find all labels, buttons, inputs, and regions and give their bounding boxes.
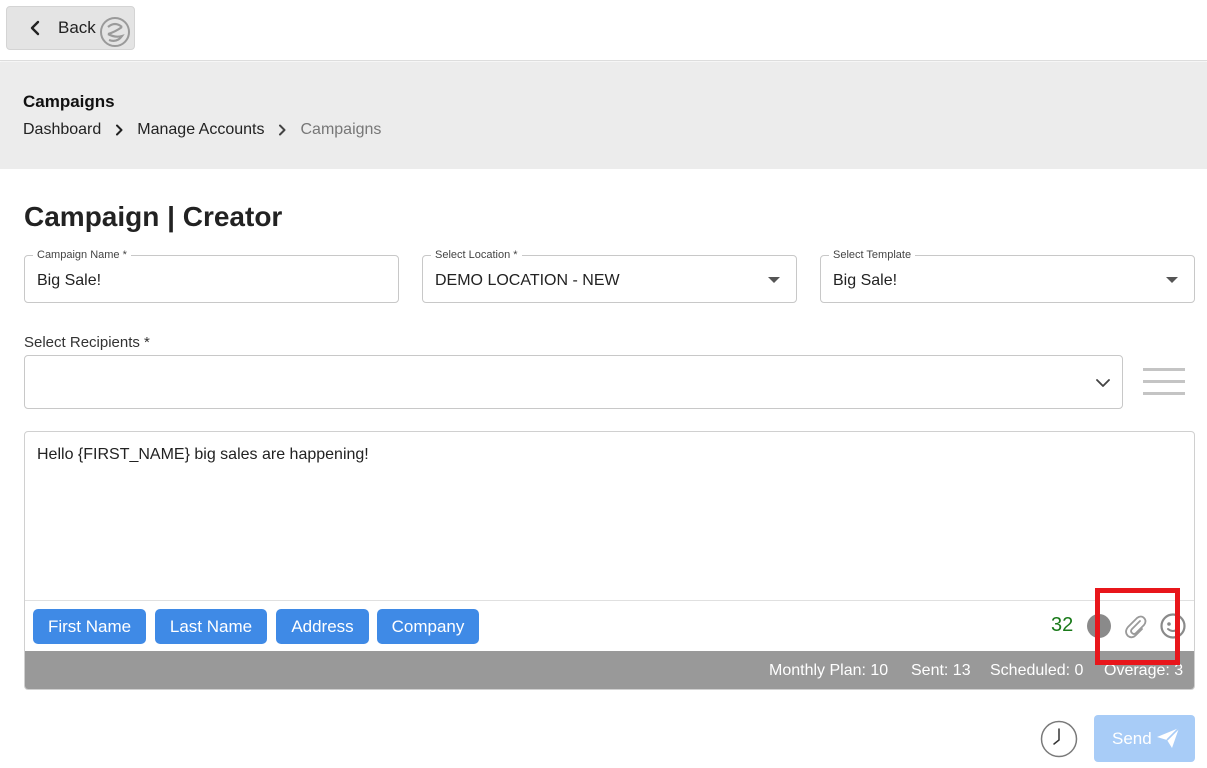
message-text[interactable]: Hello {FIRST_NAME} big sales are happeni…: [37, 446, 369, 464]
template-label: Select Template: [829, 249, 916, 261]
message-editor[interactable]: Hello {FIRST_NAME} big sales are happeni…: [24, 431, 1195, 690]
brand-logo-icon: [100, 17, 130, 47]
chevron-left-icon: [30, 20, 40, 36]
section-title: Campaigns: [23, 92, 115, 111]
breadcrumb-manage-accounts[interactable]: Manage Accounts: [137, 121, 264, 139]
scheduled-stat: Scheduled: 0: [990, 662, 1084, 679]
back-label: Back: [58, 18, 96, 37]
tag-address-button[interactable]: Address: [276, 609, 369, 644]
editor-toolbar: First Name Last Name Address Company 32: [25, 600, 1194, 651]
sent-stat: Sent: 13: [911, 662, 971, 679]
highlight-annotation: [1095, 588, 1180, 665]
caret-down-icon: [768, 277, 780, 283]
campaign-name-label: Campaign Name *: [33, 249, 131, 261]
chevron-right-icon: [264, 123, 300, 137]
recipients-label: Select Recipients *: [24, 334, 150, 351]
location-label: Select Location *: [431, 249, 522, 261]
template-value: Big Sale!: [833, 272, 898, 289]
back-button[interactable]: Back: [6, 6, 135, 50]
tag-last-name-button[interactable]: Last Name: [155, 609, 267, 644]
usage-stats-bar: Monthly Plan: 10 Sent: 13 Scheduled: 0 O…: [25, 651, 1194, 689]
location-select[interactable]: Select Location * DEMO LOCATION - NEW: [422, 249, 797, 303]
caret-down-icon: [1166, 277, 1178, 283]
character-count: 32: [1051, 614, 1074, 636]
paper-plane-icon: [1157, 727, 1180, 748]
breadcrumb-dashboard[interactable]: Dashboard: [23, 121, 101, 139]
breadcrumb-campaigns: Campaigns: [300, 121, 382, 138]
send-label: Send: [1112, 729, 1152, 748]
breadcrumb: Dashboard Manage Accounts Campaigns: [23, 121, 381, 139]
send-button[interactable]: Send: [1094, 715, 1195, 762]
location-value: DEMO LOCATION - NEW: [435, 272, 620, 289]
tag-company-button[interactable]: Company: [377, 609, 479, 644]
campaign-name-value[interactable]: Big Sale!: [37, 272, 101, 290]
page-header: Campaigns Dashboard Manage Accounts Camp…: [0, 62, 1207, 169]
template-select[interactable]: Select Template Big Sale!: [820, 249, 1195, 303]
campaign-name-field[interactable]: Campaign Name * Big Sale!: [24, 249, 399, 303]
tag-first-name-button[interactable]: First Name: [33, 609, 146, 644]
top-bar: Back: [0, 0, 1207, 61]
page-title: Campaign | Creator: [24, 201, 283, 232]
chevron-right-icon: [101, 123, 137, 137]
clock-icon[interactable]: [1040, 720, 1078, 758]
chevron-down-icon: [1096, 379, 1110, 387]
hamburger-menu-icon[interactable]: [1141, 366, 1187, 398]
recipients-select[interactable]: [24, 355, 1123, 409]
monthly-plan-stat: Monthly Plan: 10: [769, 662, 889, 679]
